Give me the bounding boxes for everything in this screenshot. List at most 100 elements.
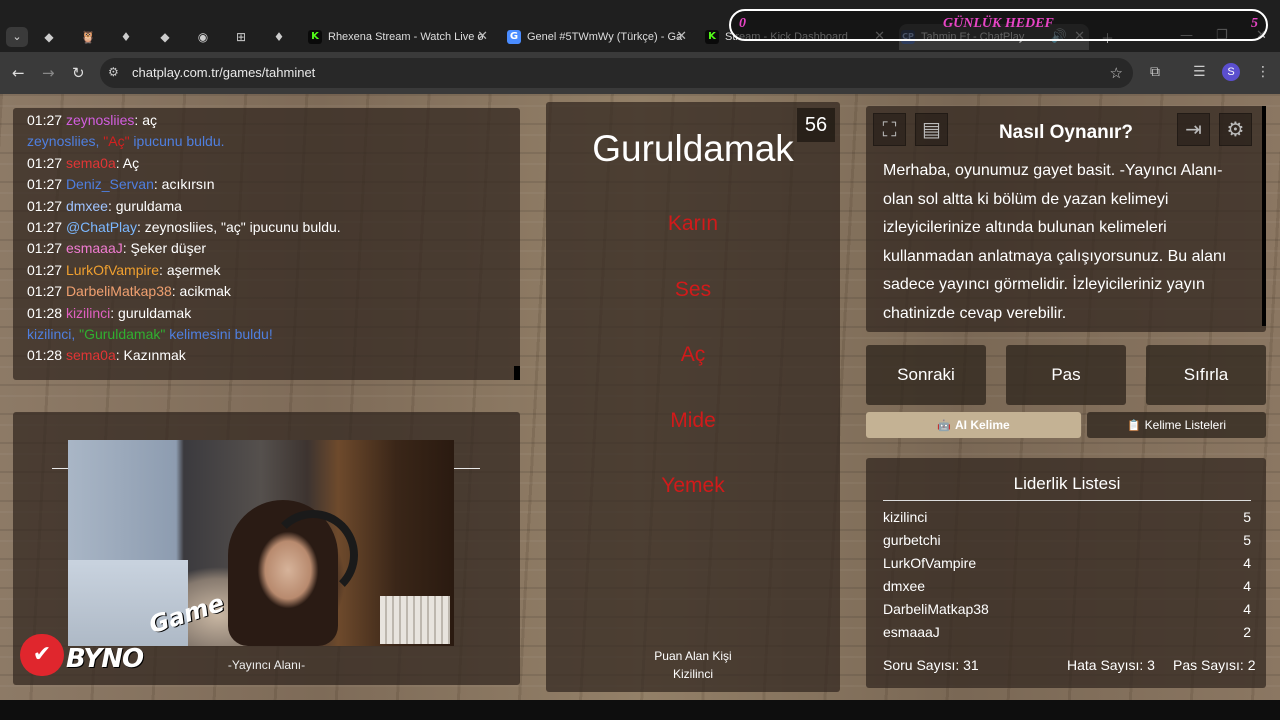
kick-icon: K	[705, 30, 719, 44]
chat-message: 01:27 @ChatPlay: zeynosliies, "aç" ipucu…	[27, 217, 520, 238]
close-tab-icon[interactable]: ✕	[477, 24, 488, 50]
webcam-headset	[268, 510, 358, 600]
pinned-tab-3[interactable]: ♦	[116, 28, 136, 46]
chat-username[interactable]: @ChatPlay	[66, 219, 137, 235]
chat-message: 01:27 DarbeliMatkap38: acikmak	[27, 281, 520, 302]
error-count: Hata Sayısı: 3	[1067, 657, 1155, 673]
scorer-name: Kizilinci	[672, 667, 713, 681]
chat-text: : guruldamak	[110, 304, 192, 321]
player-score: 4	[1243, 601, 1251, 617]
chat-username[interactable]: zeynosliies	[66, 112, 134, 128]
chat-scrollbar[interactable]	[514, 366, 520, 380]
chat-username[interactable]: Deniz_Servan	[66, 176, 154, 192]
chat-username[interactable]: esmaaaJ	[66, 240, 123, 256]
next-button[interactable]: Sonraki	[866, 345, 986, 405]
close-tab-icon[interactable]: ✕	[676, 24, 687, 50]
taboo-word: Aç	[680, 343, 706, 366]
chat-text: : aç	[134, 112, 157, 128]
pinned-tab-7[interactable]: ♦	[269, 28, 289, 46]
pinned-tab-6[interactable]: ⊞	[231, 28, 251, 46]
leaderboard-row: DarbeliMatkap38 4	[883, 601, 1251, 623]
reload-icon[interactable]: ↻	[72, 64, 85, 82]
back-icon[interactable]: ←	[12, 64, 25, 82]
chat-text: kelimesini buldu!	[165, 326, 273, 343]
settings-gear-icon[interactable]: ⚙	[1219, 113, 1252, 146]
player-score: 4	[1243, 578, 1251, 594]
chat-message: 01:28 kizilinci: guruldamak	[27, 303, 520, 324]
pinned-tab-1[interactable]: ◆	[39, 28, 59, 46]
player-name: kizilinci	[883, 509, 928, 525]
chat-timestamp: 01:27	[27, 261, 63, 278]
chat-text: : Aç	[115, 154, 140, 171]
bottom-strip	[0, 700, 1280, 720]
pass-count: Pas Sayısı: 2	[1173, 657, 1256, 673]
how-to-play-scrollbar[interactable]	[1262, 106, 1266, 326]
chat-message: 01:27 sema0a: Aç	[27, 153, 520, 174]
tab-search-button[interactable]: ⌄	[6, 27, 28, 47]
bookmark-star-icon[interactable]: ☆	[1110, 64, 1123, 82]
target-word: Guruldamak	[592, 128, 794, 169]
ai-word-label: AI Kelime	[955, 418, 1010, 432]
pinned-tab-4[interactable]: ◆	[155, 28, 175, 46]
tab-rhexena-stream[interactable]: K Rhexena Stream - Watch Live o ✕	[306, 24, 492, 50]
chat-username[interactable]: kizilinci,	[27, 326, 79, 342]
forward-icon[interactable]: →	[42, 64, 55, 82]
leaderboard-row: esmaaaJ 2	[883, 624, 1251, 646]
chat-text: : acikmak	[171, 283, 231, 300]
chat-timestamp: 01:28	[27, 347, 63, 364]
how-to-play-text: Merhaba, oyunumuz gayet basit. -Yayıncı …	[883, 162, 1227, 322]
word-lists-button[interactable]: 📋 Kelime Listeleri	[1087, 412, 1266, 438]
leaderboard-row: dmxee 4	[883, 578, 1251, 600]
leaderboard-title: Liderlik Listesi	[883, 474, 1251, 501]
chat-message: 01:27 dmxee: guruldama	[27, 196, 520, 217]
browser-toolbar: ← → ↻ ⚙ chatplay.com.tr/games/tahminet ☆	[0, 52, 1280, 94]
chat-message: 01:28 sema0a: Kazınmak	[27, 345, 520, 366]
reset-button[interactable]: Sıfırla	[1146, 345, 1266, 405]
player-name: esmaaaJ	[883, 624, 940, 640]
chat-username[interactable]: zeynosliies,	[27, 133, 103, 149]
taboo-word: Yemek	[661, 474, 725, 497]
chat-username[interactable]: sema0a	[66, 155, 116, 171]
player-score: 5	[1243, 509, 1251, 525]
site-info-icon[interactable]: ⚙	[108, 65, 119, 79]
extensions-icon[interactable]: ⧉	[1150, 64, 1160, 80]
goal-target: 5	[1251, 16, 1258, 31]
chat-message: 01:27 Deniz_Servan: acıkırsın	[27, 174, 520, 195]
player-name: LurkOfVampire	[883, 555, 977, 571]
chat-username[interactable]: sema0a	[66, 347, 116, 363]
list-icon: 📋	[1126, 419, 1141, 432]
leaderboard-row: LurkOfVampire 4	[883, 555, 1251, 577]
chat-username[interactable]: dmxee	[66, 198, 108, 214]
chat-timestamp: 01:27	[27, 240, 63, 257]
ai-word-button[interactable]: 🤖 AI Kelime	[866, 412, 1081, 438]
chat-username[interactable]: DarbeliMatkap38	[66, 283, 172, 299]
pinned-tab-5[interactable]: ◉	[193, 28, 213, 46]
divider	[454, 468, 480, 469]
chat-username[interactable]: LurkOfVampire	[66, 262, 159, 278]
robot-icon: 🤖	[937, 419, 951, 432]
chat-system-message: zeynosliies, "Aç" ipucunu buldu.	[27, 131, 520, 152]
webcam-radiator	[380, 596, 450, 644]
pass-button[interactable]: Pas	[1006, 345, 1126, 405]
heart-check-icon: ✔	[20, 634, 64, 676]
taboo-word: Karın	[667, 212, 719, 235]
question-count: Soru Sayısı: 31	[883, 657, 979, 673]
logo-text: BYNO	[66, 644, 144, 674]
chat-timestamp: 01:27	[27, 112, 63, 128]
divider	[52, 468, 68, 469]
pinned-tab-2[interactable]: 🦉	[78, 28, 98, 46]
chat-system-message: kizilinci, "Guruldamak" kelimesini buldu…	[27, 324, 520, 345]
tab-genel[interactable]: G Genel #5TWmWy (Türkçe) - Ga ✕	[505, 24, 691, 50]
logout-icon[interactable]: ⇥	[1177, 113, 1210, 146]
menu-icon[interactable]: ⋮	[1256, 64, 1270, 80]
chat-text: ipucunu buldu.	[129, 133, 225, 150]
game-icon: G	[507, 30, 521, 44]
chat-panel: 01:27 zeynosliies: aç zeynosliies, "Aç" i…	[13, 108, 520, 380]
word-card-panel	[546, 102, 840, 692]
avatar[interactable]: S	[1222, 63, 1240, 81]
chat-username[interactable]: kizilinci	[66, 305, 110, 321]
chat-text: : Kazınmak	[115, 347, 186, 364]
chat-text: : zeynosliies, "aç" ipucunu buldu.	[136, 219, 341, 236]
address-bar[interactable]: ⚙ chatplay.com.tr/games/tahminet ☆	[100, 58, 1133, 88]
media-icon[interactable]: ☰	[1193, 64, 1206, 80]
